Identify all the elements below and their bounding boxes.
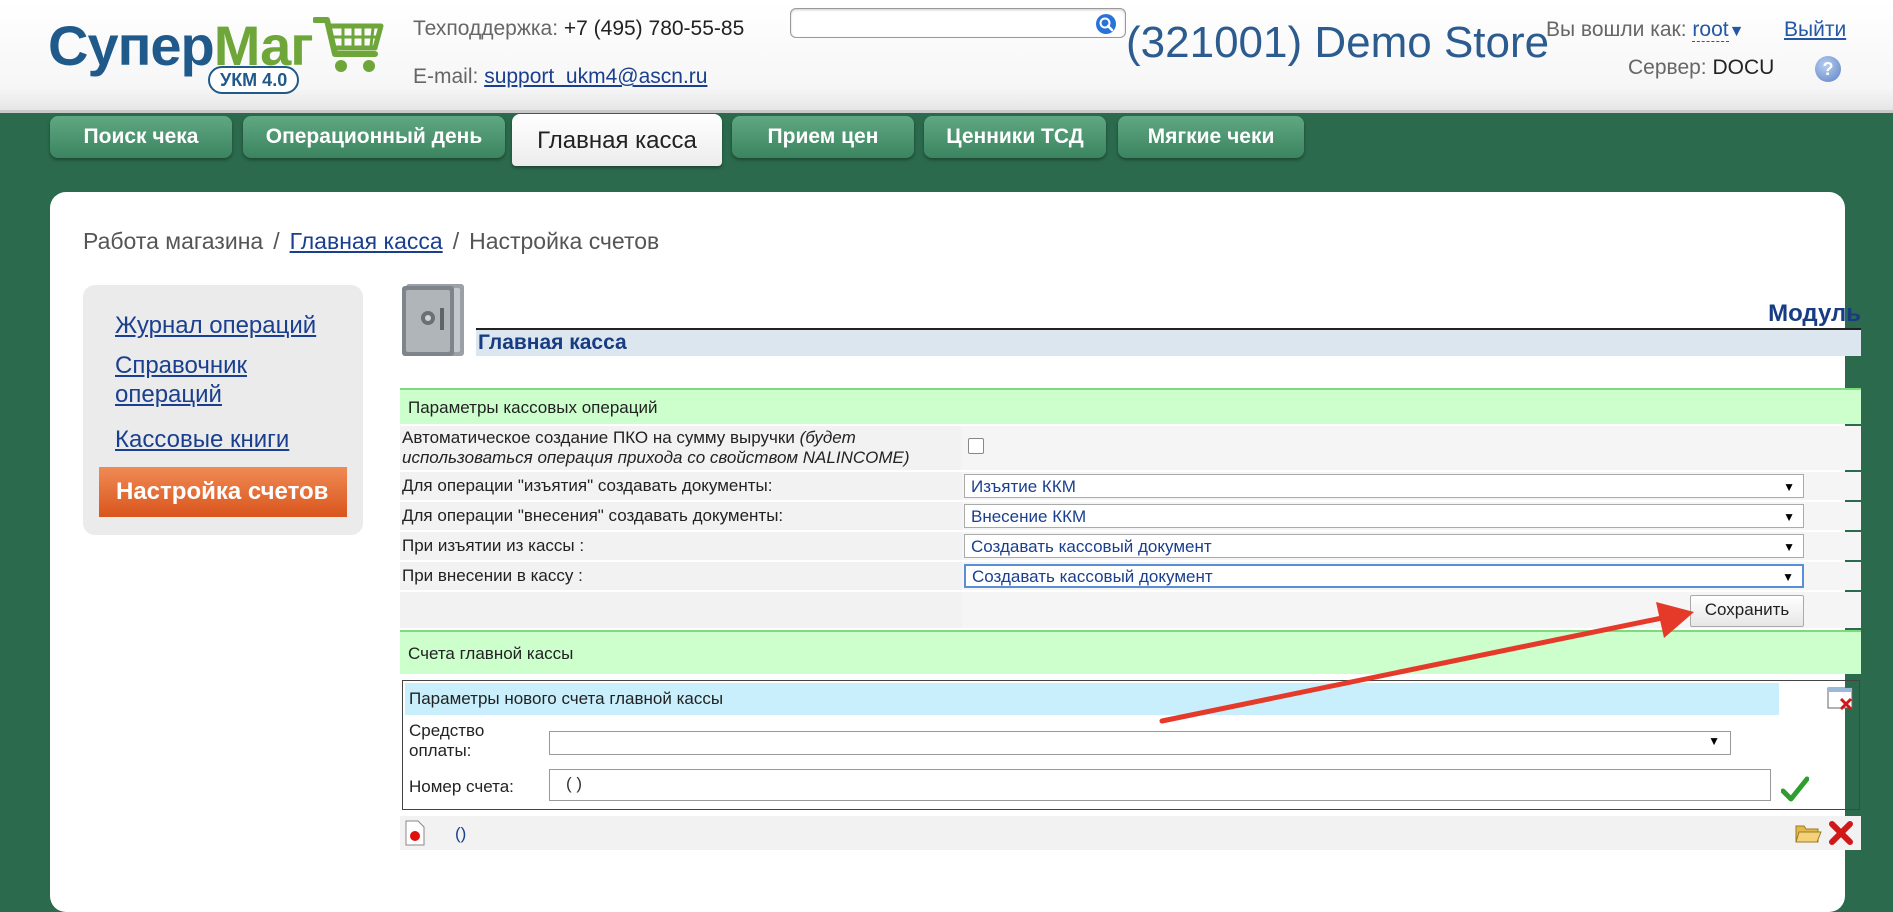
accounts-header: Счета главной кассы xyxy=(400,630,1861,674)
search-icon[interactable] xyxy=(1095,13,1117,35)
deposit-doc-label: Для операции "внесения" создавать докуме… xyxy=(402,506,784,525)
deposit-doc-row: Для операции "внесения" создавать докуме… xyxy=(400,502,1861,530)
shopping-cart-icon xyxy=(313,17,384,72)
tab-tsd-labels[interactable]: Ценники ТСД xyxy=(924,116,1106,158)
server-info: Сервер: DOCU xyxy=(1628,56,1774,80)
server-value: DOCU xyxy=(1712,56,1775,79)
login-info: Вы вошли как: root▼ xyxy=(1546,18,1744,42)
logo-badge: УКМ 4.0 xyxy=(208,66,300,94)
user-menu[interactable]: root xyxy=(1692,18,1729,42)
tab-main-cash[interactable]: Главная касса xyxy=(512,114,722,166)
account-number-input[interactable]: ( ) xyxy=(549,769,1771,801)
sidebar: Журнал операций Справочник операций Касс… xyxy=(83,285,363,535)
tab-price-receive[interactable]: Прием цен xyxy=(732,116,914,158)
withdraw-doc-select[interactable]: Изъятие ККМ ▼ xyxy=(964,474,1804,498)
breadcrumb: Работа магазина / Главная касса / Настройка … xyxy=(83,228,660,254)
payment-method-label: Средство оплаты: xyxy=(409,721,485,760)
logout-link[interactable]: Выйти xyxy=(1784,18,1846,42)
dropdown-arrow-icon: ▼ xyxy=(1782,570,1794,584)
new-account-header: Параметры нового счета главной кассы xyxy=(405,683,1779,715)
auto-pko-row: Автоматическое создание ПКО на сумму выр… xyxy=(400,426,1861,470)
document-icon xyxy=(405,820,425,846)
chevron-down-icon[interactable]: ▼ xyxy=(1729,23,1745,40)
on-deposit-select[interactable]: Создавать кассовый документ ▼ xyxy=(964,564,1804,588)
support-label: Техподдержка: xyxy=(413,17,559,40)
login-label: Вы вошли как: xyxy=(1546,18,1687,41)
withdraw-doc-row: Для операции "изъятия" создавать докумен… xyxy=(400,472,1861,500)
search-box xyxy=(790,8,1126,38)
tab-receipt-search[interactable]: Поиск чека xyxy=(50,116,232,158)
on-deposit-label: При внесении в кассу : xyxy=(402,566,583,585)
dropdown-arrow-icon: ▼ xyxy=(1783,480,1795,494)
withdraw-doc-label: Для операции "изъятия" создавать докумен… xyxy=(402,476,773,495)
dropdown-arrow-icon: ▼ xyxy=(1783,510,1795,524)
new-account-form: Параметры нового счета главной кассы Сре… xyxy=(402,680,1860,810)
help-icon[interactable]: ? xyxy=(1815,56,1841,82)
breadcrumb-link-main-cash[interactable]: Главная касса xyxy=(290,228,443,254)
on-withdraw-row: При изъятии из кассы : Создавать кассовы… xyxy=(400,532,1861,560)
deposit-doc-select[interactable]: Внесение ККМ ▼ xyxy=(964,504,1804,528)
breadcrumb-root: Работа магазина xyxy=(83,228,264,254)
email-label: E-mail: xyxy=(413,65,479,88)
checkmark-icon[interactable] xyxy=(1781,775,1809,803)
logo[interactable]: СуперМаг УКМ 4.0 xyxy=(48,14,388,96)
dropdown-arrow-icon: ▼ xyxy=(1783,540,1795,554)
auto-pko-checkbox[interactable] xyxy=(968,438,984,454)
support-email-link[interactable]: support_ukm4@ascn.ru xyxy=(484,65,707,88)
on-withdraw-label: При изъятии из кассы : xyxy=(402,536,585,555)
store-title: (321001) Demo Store xyxy=(1126,18,1550,67)
sidebar-item-cash-books[interactable]: Кассовые книги xyxy=(115,425,289,454)
support-phone: +7 (495) 780-55-85 xyxy=(563,17,745,40)
sidebar-item-account-settings[interactable]: Настройка счетов xyxy=(99,467,347,517)
delete-icon[interactable] xyxy=(1828,820,1854,846)
save-row: Сохранить xyxy=(400,592,1861,628)
open-folder-icon[interactable] xyxy=(1794,820,1822,846)
search-input[interactable] xyxy=(799,11,1083,37)
payment-method-select[interactable]: ▼ xyxy=(549,731,1731,755)
account-row-value[interactable]: () xyxy=(455,824,466,844)
support-info: Техподдержка: +7 (495) 780-55-85 E-mail:… xyxy=(413,14,745,88)
sidebar-item-operations-reference[interactable]: Справочник операций xyxy=(115,351,315,409)
tab-operational-day[interactable]: Операционный день xyxy=(243,116,505,158)
save-button[interactable]: Сохранить xyxy=(1690,595,1804,627)
tab-soft-receipts[interactable]: Мягкие чеки xyxy=(1118,116,1304,158)
server-label: Сервер: xyxy=(1628,56,1707,79)
module-title: Модуль xyxy=(1768,300,1861,327)
sidebar-item-operations-journal[interactable]: Журнал операций xyxy=(115,311,316,340)
table-row: () xyxy=(400,816,1861,850)
close-form-icon[interactable] xyxy=(1827,687,1855,713)
module-name: Главная касса xyxy=(476,330,1861,356)
main-panel: Работа магазина / Главная касса / Настройка … xyxy=(50,192,1861,912)
breadcrumb-current: Настройка счетов xyxy=(469,228,660,254)
header: СуперМаг УКМ 4.0 Техподдержка: +7 (495) … xyxy=(0,0,1893,113)
cash-params-header: Параметры кассовых операций xyxy=(400,388,1861,424)
on-withdraw-select[interactable]: Создавать кассовый документ ▼ xyxy=(964,534,1804,558)
dropdown-arrow-icon: ▼ xyxy=(1708,734,1720,748)
account-number-label: Номер счета: xyxy=(409,777,514,796)
auto-pko-label: Автоматическое создание ПКО на сумму выр… xyxy=(402,428,910,467)
on-deposit-row: При внесении в кассу : Создавать кассовы… xyxy=(400,562,1861,590)
